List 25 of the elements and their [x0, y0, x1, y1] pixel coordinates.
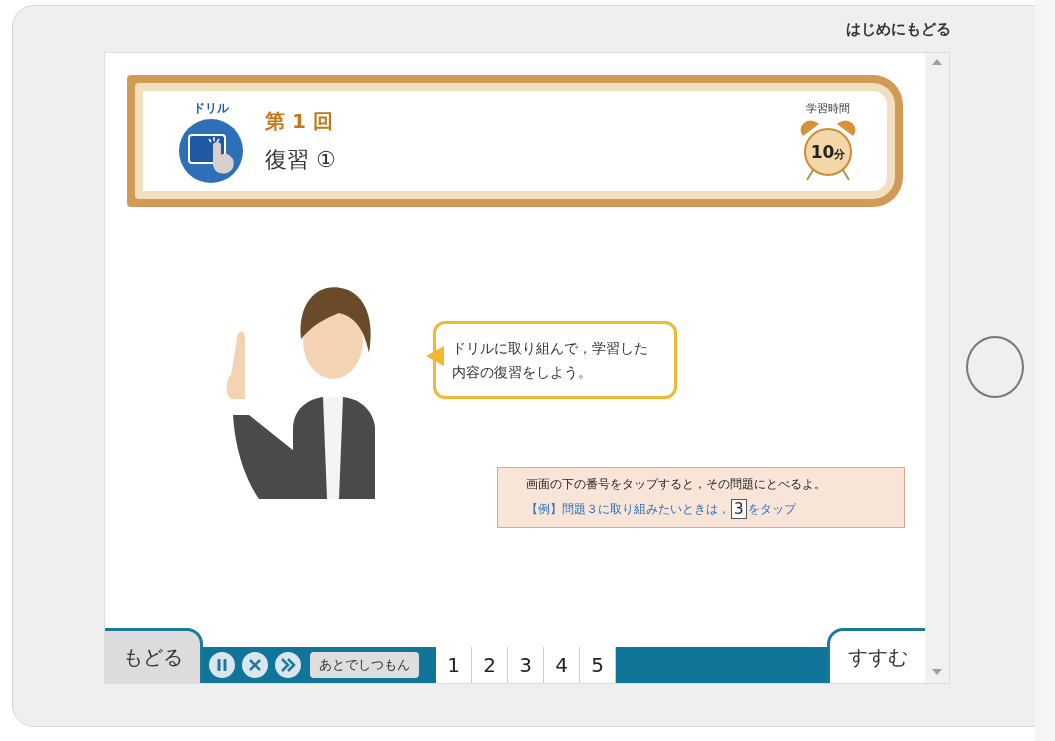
close-icon[interactable] — [242, 652, 268, 678]
ask-later-button[interactable]: あとでしつもん — [310, 652, 419, 678]
skip-forward-icon[interactable] — [275, 652, 301, 678]
home-button[interactable] — [966, 336, 1024, 398]
scrollbar[interactable] — [925, 53, 949, 683]
number-key-sample: 3 — [731, 499, 747, 519]
tablet-tap-icon — [179, 118, 243, 183]
example-text: 【例】問題３に取り組みたいときは， — [526, 500, 730, 518]
question-number-button[interactable]: 4 — [544, 647, 580, 683]
page-scrollbar[interactable] — [1035, 0, 1055, 741]
back-button[interactable]: もどる — [105, 628, 203, 683]
next-button[interactable]: すすむ — [827, 628, 925, 683]
question-number-button[interactable]: 3 — [508, 647, 544, 683]
study-time-label: 学習時間 — [806, 100, 850, 116]
example-suffix: をタップ — [747, 500, 796, 518]
hint-text: 画面の下の番号をタップすると，その問題にとべるよ。 — [526, 476, 827, 493]
study-time-value: 10分 — [809, 140, 847, 164]
lesson-title: 復習 ① — [265, 145, 337, 174]
question-number-button[interactable]: 1 — [436, 647, 472, 683]
lesson-number: 第 1 回 — [265, 107, 334, 135]
question-number-button[interactable]: 5 — [580, 647, 616, 683]
pause-icon[interactable] — [209, 652, 235, 678]
question-number-button[interactable]: 2 — [472, 647, 508, 683]
drill-label: ドリル — [193, 99, 229, 117]
home-link[interactable]: はじめにもどる — [846, 19, 951, 39]
